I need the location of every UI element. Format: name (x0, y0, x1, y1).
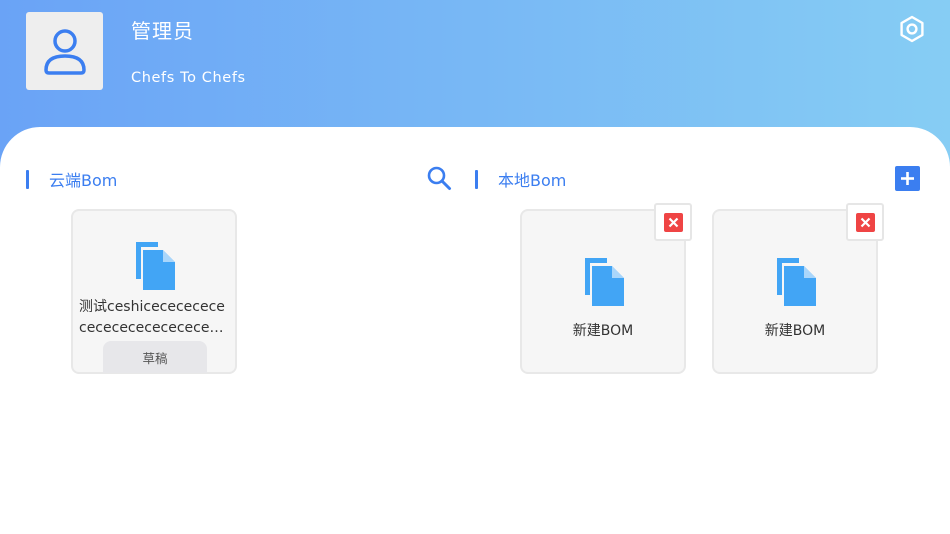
user-name: 管理员 (131, 19, 194, 43)
cloud-bom-card[interactable]: 测试ceshicecececececececececececececec 草稿 (71, 209, 237, 374)
local-section-title: 本地Bom (498, 171, 567, 190)
document-copy-icon (773, 257, 817, 307)
local-bom-name: 新建BOM (572, 323, 634, 339)
section-marker (475, 169, 478, 189)
close-icon (668, 217, 678, 227)
delete-bom-button[interactable] (846, 203, 884, 241)
avatar[interactable] (26, 12, 103, 90)
gear-icon (900, 15, 924, 43)
cloud-section-title: 云端Bom (49, 171, 118, 190)
add-bom-button[interactable] (895, 166, 920, 191)
document-copy-icon (132, 241, 176, 291)
delete-bom-button[interactable] (654, 203, 692, 241)
search-button[interactable] (425, 164, 453, 192)
cloud-section-header: 云端Bom (26, 167, 117, 191)
settings-button[interactable] (897, 14, 927, 44)
local-section-header: 本地Bom (475, 167, 566, 191)
search-icon (427, 166, 451, 190)
section-marker (26, 169, 29, 189)
cloud-bom-name: 测试ceshicecececececececececececececec (79, 299, 226, 336)
plus-icon (901, 172, 914, 185)
status-badge: 草稿 (103, 341, 207, 373)
local-bom-name: 新建BOM (764, 323, 826, 339)
user-icon (43, 29, 86, 75)
company-name: Chefs To Chefs (131, 70, 246, 86)
document-copy-icon (581, 257, 625, 307)
close-icon (860, 217, 870, 227)
